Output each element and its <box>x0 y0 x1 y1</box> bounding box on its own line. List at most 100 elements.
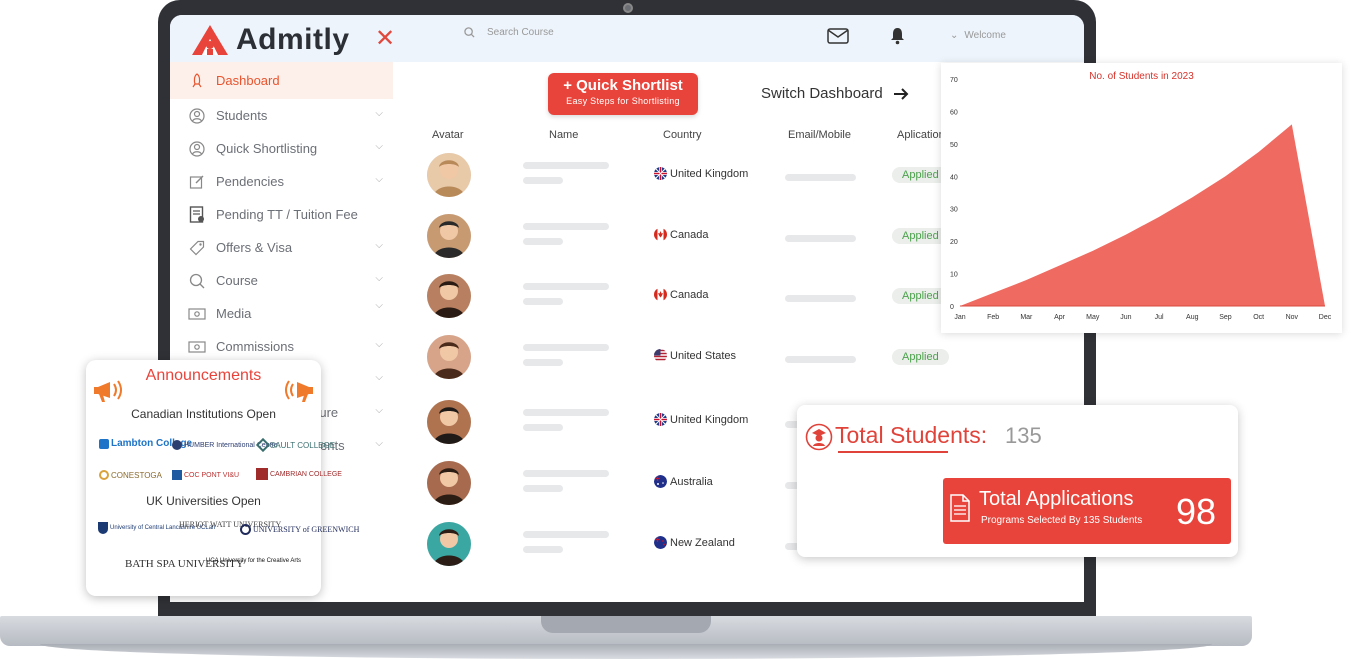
chart-title: No. of Students in 2023 <box>1089 71 1194 82</box>
uk-heading: UK Universities Open <box>146 494 261 508</box>
name-placeholder <box>523 546 563 553</box>
x-tick-label: Dec <box>1319 314 1332 321</box>
name-placeholder <box>523 238 563 245</box>
sidebar-item-pendencies[interactable]: Pendencies ⌵ <box>170 165 393 198</box>
quick-shortlist-label: + Quick Shortlist <box>563 77 683 94</box>
conestoga-logo: CONESTOGA <box>99 470 162 480</box>
country-name: United Kingdom <box>670 413 749 426</box>
country-name: Canada <box>670 228 709 241</box>
laptop-notch <box>541 616 711 633</box>
country-name: Canada <box>670 288 709 301</box>
switch-dashboard-link[interactable]: Switch Dashboard <box>761 85 909 102</box>
name-placeholder <box>523 531 609 538</box>
country-cell: United States <box>654 349 736 362</box>
x-tick-label: Sep <box>1219 314 1232 321</box>
chevron-down-icon: ⌵ <box>375 240 383 251</box>
sidebar-item-course[interactable]: Course ⌵ <box>170 264 393 297</box>
name-placeholder <box>523 359 563 366</box>
search-bar[interactable]: Search Course <box>464 27 554 38</box>
avatar[interactable] <box>427 522 471 566</box>
flag-icon <box>654 228 667 241</box>
sidebar-item-label: Course <box>216 273 258 288</box>
sidebar-item-quick-shortlisting[interactable]: Quick Shortlisting ⌵ <box>170 132 393 165</box>
chevron-down-icon: ⌵ <box>375 300 383 311</box>
flag-icon <box>654 288 667 301</box>
sidebar-item-dashboard[interactable]: Dashboard <box>170 62 393 99</box>
y-tick-label: 30 <box>950 207 958 214</box>
receipt-icon <box>188 205 206 224</box>
name-placeholder <box>523 424 563 431</box>
chevron-down-icon: ⌵ <box>375 438 383 449</box>
close-sidebar-icon[interactable]: ✕ <box>375 24 395 53</box>
chevron-down-icon: ⌵ <box>375 174 383 185</box>
user-icon <box>188 140 206 158</box>
sidebar-item-offers-visa[interactable]: Offers & Visa ⌵ <box>170 231 393 264</box>
money-icon <box>188 338 206 356</box>
country-name: New Zealand <box>670 536 735 549</box>
country-cell: United Kingdom <box>654 167 748 180</box>
mail-icon[interactable] <box>827 28 849 44</box>
sidebar-item-students[interactable]: Students ⌵ <box>170 99 393 132</box>
arrow-right-icon <box>893 87 909 100</box>
welcome-menu[interactable]: ⌄ Welcome <box>950 30 1006 41</box>
x-tick-label: May <box>1086 314 1100 321</box>
quick-shortlist-button[interactable]: + Quick Shortlist Easy Steps for Shortli… <box>548 73 698 115</box>
quick-shortlist-sub: Easy Steps for Shortlisting <box>566 96 680 106</box>
y-tick-label: 10 <box>950 272 958 279</box>
switch-dashboard-label: Switch Dashboard <box>761 85 883 102</box>
chevron-down-icon: ⌵ <box>375 372 383 383</box>
avatar[interactable] <box>427 335 471 379</box>
y-tick-label: 0 <box>950 304 954 311</box>
user-icon <box>188 107 206 125</box>
brand-logo[interactable]: Admitly <box>190 23 350 57</box>
search-input[interactable]: Search Course <box>487 27 554 38</box>
uca-logo: UCA University for the Creative Arts <box>206 558 302 564</box>
brand-name: Admitly <box>236 23 350 56</box>
name-placeholder <box>523 470 609 477</box>
edit-icon <box>188 173 206 191</box>
announcements-card: Announcements Canadian Institutions Open… <box>86 360 359 596</box>
country-name: United States <box>670 349 737 362</box>
cambrian-logo: CAMBRIAN COLLEGE <box>256 468 342 480</box>
country-cell: Australia <box>654 475 713 488</box>
document-icon <box>950 494 970 522</box>
sidebar-item-pending-tt[interactable]: Pending TT / Tuition Fee <box>170 198 393 231</box>
sault-logo: SAULT COLLEGE <box>255 437 335 453</box>
bell-icon[interactable] <box>890 27 905 45</box>
avatar[interactable] <box>427 400 471 444</box>
sidebar-item-label: Pending TT / Tuition Fee <box>216 207 358 222</box>
underline-divider <box>838 451 948 453</box>
totals-card: Total Students: 135 Total Applications P… <box>797 405 1238 557</box>
total-students-label: Total Students: <box>835 422 988 448</box>
sidebar-item-label: Commissions <box>216 339 295 354</box>
country-name: Australia <box>670 475 713 488</box>
flag-icon <box>654 349 667 362</box>
email-placeholder <box>785 295 856 302</box>
students-chart-card: No. of Students in 2023 0 10 20 30 40 50 60 70 J… <box>941 63 1342 333</box>
avatar[interactable] <box>427 461 471 505</box>
chevron-down-icon: ⌵ <box>375 273 383 284</box>
chevron-down-icon: ⌵ <box>375 339 383 350</box>
sidebar-item-label: Students <box>216 108 268 123</box>
x-tick-label: Feb <box>987 314 999 321</box>
flag-icon <box>654 413 667 426</box>
media-icon <box>188 305 206 323</box>
sidebar-item-media[interactable]: Media ⌵ <box>170 297 393 330</box>
y-tick-label: 40 <box>950 174 958 181</box>
chevron-down-icon: ⌵ <box>375 108 383 119</box>
sidebar-item-commissions[interactable]: Commissions ⌵ <box>170 330 393 363</box>
top-bar: Admitly ✕ Search Course ⌄ Welcome <box>170 15 1084 62</box>
column-header-avatar: Avatar <box>432 129 464 141</box>
column-header-country: Country <box>663 129 702 141</box>
total-applications-card[interactable]: Total Applications Programs Selected By … <box>943 478 1231 544</box>
search-icon <box>464 27 475 38</box>
avatar[interactable] <box>427 214 471 258</box>
y-tick-label: 20 <box>950 239 958 246</box>
search-icon <box>188 272 206 290</box>
avatar[interactable] <box>427 274 471 318</box>
avatar[interactable] <box>427 153 471 197</box>
name-placeholder <box>523 177 563 184</box>
email-placeholder <box>785 174 856 181</box>
status-badge: Applied <box>892 349 949 365</box>
camera-dot <box>623 3 633 13</box>
